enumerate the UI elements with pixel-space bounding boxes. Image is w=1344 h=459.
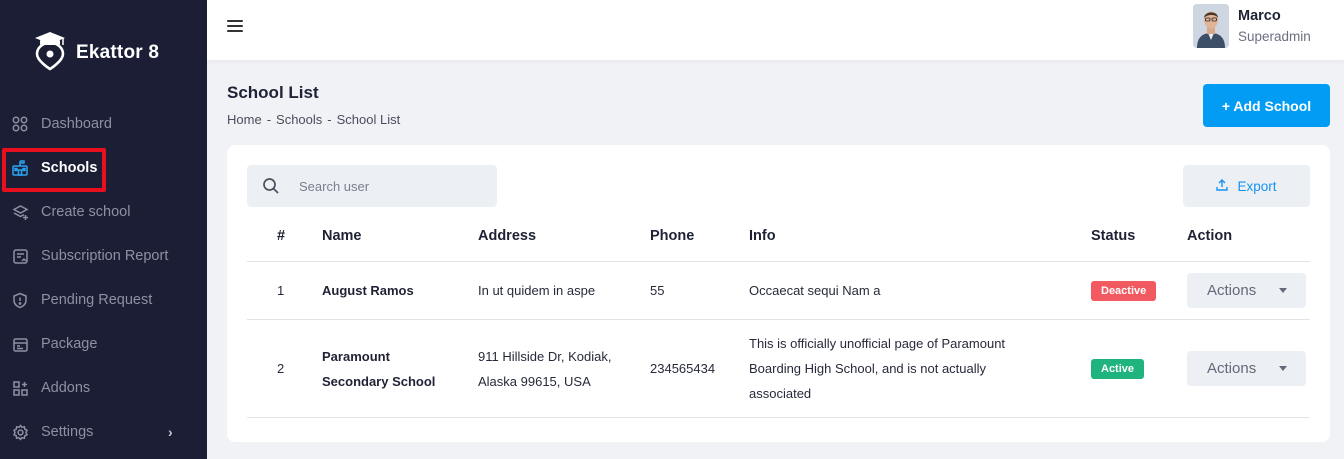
add-school-button[interactable]: + Add School — [1203, 84, 1330, 127]
row-number: 1 — [277, 283, 285, 298]
selection-highlight — [2, 148, 106, 192]
school-list-card: Export # Name Address Phone Info Status … — [227, 145, 1330, 442]
sidebar-item-create-school[interactable]: Create school — [0, 190, 207, 234]
export-button[interactable]: Export — [1183, 165, 1310, 207]
breadcrumb: Home - Schools - School List — [227, 112, 400, 127]
breadcrumb-schools[interactable]: Schools — [276, 112, 322, 127]
actions-dropdown-button[interactable]: Actions — [1187, 273, 1306, 308]
column-header-address: Address — [478, 228, 537, 244]
column-header-name: Name — [322, 228, 362, 244]
topbar: Marco Superadmin — [207, 0, 1344, 60]
page-title: School List — [227, 83, 319, 102]
status-badge: Deactive — [1091, 281, 1157, 301]
breadcrumb-current: School List — [336, 112, 401, 127]
divider — [247, 319, 1310, 320]
export-label: Export — [1237, 178, 1277, 194]
sidebar-nav: Dashboard Schools Create school Subscrip… — [0, 102, 207, 454]
search-box — [247, 165, 497, 207]
breadcrumb-home[interactable]: Home — [227, 112, 262, 127]
school-info: Boarding High School, and is not actuall… — [749, 361, 987, 376]
sidebar-item-label: Subscription Report — [41, 248, 169, 264]
school-address: 911 Hillside Dr, Kodiak, — [478, 349, 612, 364]
sidebar-item-label: Settings — [41, 424, 94, 440]
actions-dropdown-button[interactable]: Actions — [1187, 351, 1306, 386]
divider — [247, 261, 1310, 262]
sidebar-item-package[interactable]: Package — [0, 322, 207, 366]
sidebar-item-label: Create school — [41, 204, 131, 220]
breadcrumb-separator: - — [327, 112, 332, 127]
grid-icon — [11, 115, 29, 133]
report-icon — [11, 247, 29, 265]
school-phone: 234565434 — [650, 361, 716, 376]
column-header-status: Status — [1091, 228, 1136, 244]
sidebar-item-subscription-report[interactable]: Subscription Report — [0, 234, 207, 278]
search-icon — [262, 177, 280, 195]
row-number: 2 — [277, 361, 285, 376]
school-name: Secondary School — [322, 374, 436, 389]
column-header-info: Info — [749, 228, 776, 244]
column-header-number: # — [277, 228, 286, 244]
sidebar-item-label: Package — [41, 336, 98, 352]
school-info: associated — [749, 386, 812, 401]
divider — [247, 417, 1310, 418]
sidebar-item-label: Addons — [41, 380, 91, 396]
user-name[interactable]: Marco — [1238, 8, 1281, 24]
sidebar-item-settings[interactable]: Settings › — [0, 410, 207, 454]
sidebar-item-addons[interactable]: Addons — [0, 366, 207, 410]
avatar[interactable] — [1193, 4, 1229, 48]
school-phone: 55 — [650, 283, 665, 298]
hamburger-menu-icon[interactable] — [227, 18, 243, 34]
sidebar-item-label: Pending Request — [41, 292, 153, 308]
sidebar-item-dashboard[interactable]: Dashboard — [0, 102, 207, 146]
school-name: August Ramos — [322, 283, 414, 298]
sidebar-item-schools[interactable]: Schools — [0, 146, 207, 192]
school-name: Paramount — [322, 349, 390, 364]
school-address: Alaska 99615, USA — [478, 374, 591, 389]
graduation-pin-logo-icon — [32, 28, 68, 77]
user-role: Superadmin — [1238, 29, 1311, 44]
actions-label: Actions — [1207, 360, 1257, 377]
actions-label: Actions — [1207, 282, 1257, 299]
sidebar-item-pending-request[interactable]: Pending Request — [0, 278, 207, 322]
status-badge: Active — [1091, 359, 1145, 379]
upload-icon — [1216, 178, 1229, 194]
search-input[interactable] — [299, 175, 489, 197]
brand-name: Ekattor 8 — [76, 41, 160, 63]
sidebar: Ekattor 8 Dashboard Schools Create schoo… — [0, 0, 207, 459]
column-header-phone: Phone — [650, 228, 695, 244]
shield-icon — [11, 291, 29, 309]
brand[interactable]: Ekattor 8 — [32, 28, 159, 77]
column-header-action: Action — [1187, 228, 1233, 244]
chevron-right-icon: › — [168, 424, 173, 440]
breadcrumb-separator: - — [266, 112, 272, 127]
school-info: This is officially unofficial page of Pa… — [749, 336, 1006, 351]
caret-down-icon — [1279, 366, 1287, 371]
caret-down-icon — [1279, 288, 1287, 293]
sidebar-item-label: Dashboard — [41, 116, 112, 132]
addons-icon — [11, 379, 29, 397]
gear-icon — [11, 423, 29, 441]
package-icon — [11, 335, 29, 353]
school-address: In ut quidem in aspe — [478, 283, 596, 298]
school-info: Occaecat sequi Nam a — [749, 283, 881, 298]
layers-icon — [11, 203, 29, 221]
